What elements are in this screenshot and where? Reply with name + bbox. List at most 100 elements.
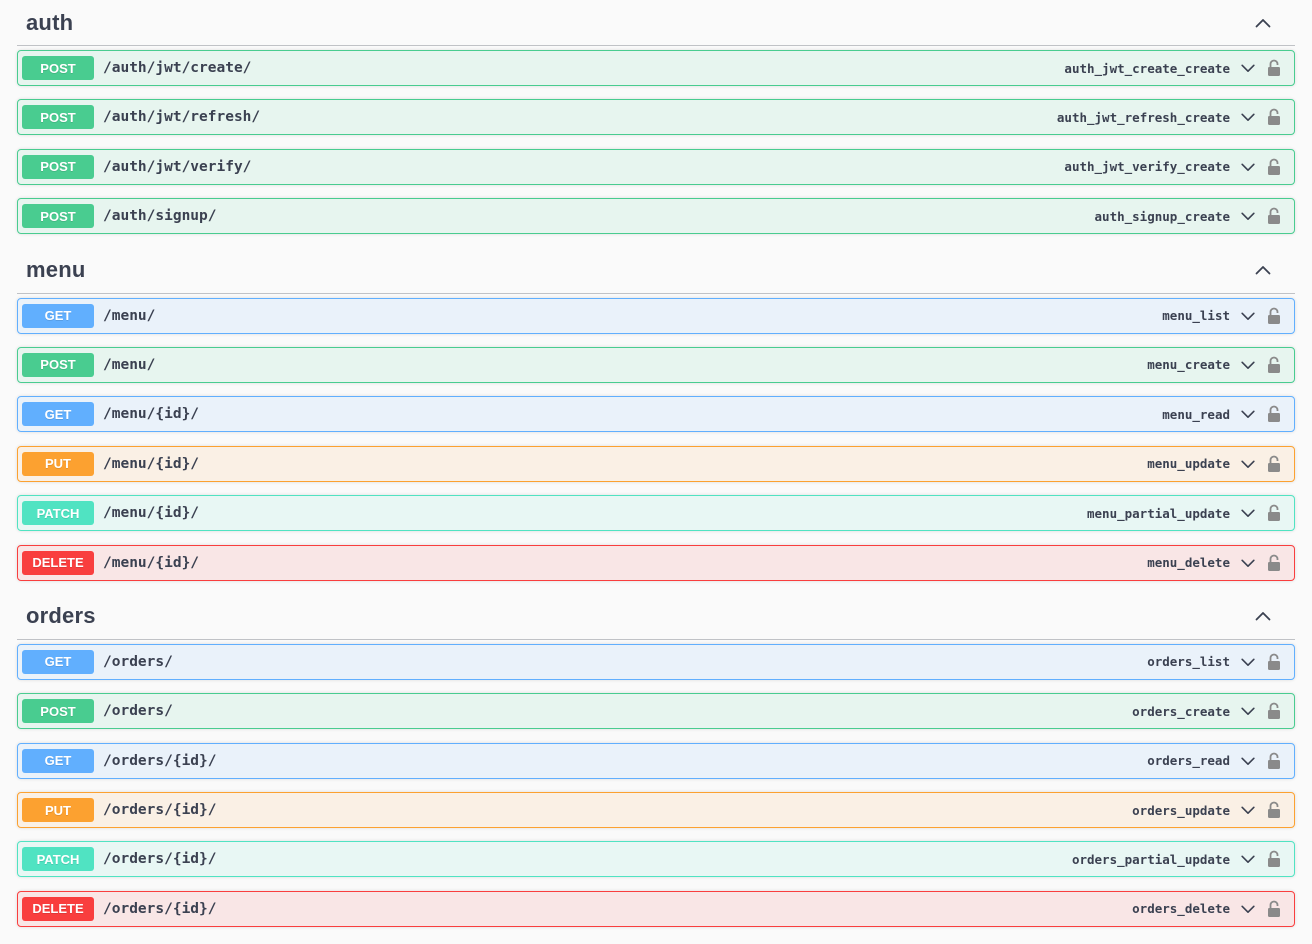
- operation-id: orders_list: [1147, 654, 1230, 670]
- operation-id: auth_jwt_create_create: [1064, 60, 1230, 76]
- chevron-down-icon[interactable]: [1238, 503, 1258, 523]
- operation-row[interactable]: GET /menu/ menu_list: [17, 297, 1295, 334]
- operation-path: /auth/jwt/verify/: [103, 158, 252, 175]
- tag-section-menu: menu GET /menu/ menu_list POST /menu/ me…: [17, 248, 1295, 581]
- operation-path: /menu/: [103, 356, 156, 373]
- chevron-down-icon[interactable]: [1238, 157, 1258, 177]
- chevron-down-icon[interactable]: [1238, 652, 1258, 672]
- operation-id: auth_jwt_verify_create: [1064, 159, 1230, 175]
- operation-row[interactable]: PATCH /orders/{id}/ orders_partial_updat…: [17, 841, 1295, 878]
- chevron-up-icon[interactable]: [1243, 596, 1283, 636]
- operation-path: /orders/{id}/: [103, 752, 217, 769]
- operation-row[interactable]: GET /menu/{id}/ menu_read: [17, 396, 1295, 433]
- lock-icon[interactable]: [1264, 502, 1284, 524]
- http-method-badge: GET: [22, 402, 94, 427]
- operation-path: /auth/signup/: [103, 208, 217, 225]
- lock-icon[interactable]: [1264, 305, 1284, 327]
- operation-path: /menu/{id}/: [103, 554, 200, 571]
- chevron-down-icon[interactable]: [1238, 849, 1258, 869]
- tag-section-header[interactable]: menu: [17, 248, 1295, 294]
- lock-icon[interactable]: [1264, 453, 1284, 475]
- operation-path: /menu/{id}/: [103, 455, 200, 472]
- operation-row[interactable]: POST /auth/jwt/refresh/ auth_jwt_refresh…: [17, 99, 1295, 136]
- chevron-down-icon[interactable]: [1238, 404, 1258, 424]
- chevron-down-icon[interactable]: [1238, 454, 1258, 474]
- chevron-down-icon[interactable]: [1238, 899, 1258, 919]
- lock-icon[interactable]: [1264, 750, 1284, 772]
- lock-icon[interactable]: [1264, 848, 1284, 870]
- chevron-down-icon[interactable]: [1238, 701, 1258, 721]
- operation-row[interactable]: GET /orders/{id}/ orders_read: [17, 742, 1295, 779]
- lock-icon[interactable]: [1264, 552, 1284, 574]
- operation-id: orders_update: [1132, 802, 1230, 818]
- operation-id: menu_read: [1162, 406, 1230, 422]
- operation-row[interactable]: POST /auth/signup/ auth_signup_create: [17, 198, 1295, 235]
- operation-id: menu_update: [1147, 456, 1230, 472]
- http-method-badge: GET: [22, 748, 94, 773]
- lock-icon[interactable]: [1264, 354, 1284, 376]
- lock-icon[interactable]: [1264, 700, 1284, 722]
- http-method-badge: GET: [22, 649, 94, 674]
- operation-row[interactable]: DELETE /menu/{id}/ menu_delete: [17, 544, 1295, 581]
- chevron-down-icon[interactable]: [1238, 553, 1258, 573]
- operation-row[interactable]: PATCH /menu/{id}/ menu_partial_update: [17, 495, 1295, 532]
- chevron-up-icon[interactable]: [1243, 3, 1283, 43]
- operation-row[interactable]: DELETE /orders/{id}/ orders_delete: [17, 890, 1295, 927]
- http-method-badge: POST: [22, 352, 94, 377]
- operation-path: /auth/jwt/create/: [103, 60, 252, 76]
- operation-path: /menu/{id}/: [103, 505, 200, 522]
- lock-icon[interactable]: [1264, 106, 1284, 128]
- operation-row[interactable]: POST /auth/jwt/create/ auth_jwt_create_c…: [17, 50, 1295, 86]
- chevron-down-icon[interactable]: [1238, 751, 1258, 771]
- operation-path: /orders/: [103, 653, 173, 670]
- chevron-down-icon[interactable]: [1238, 306, 1258, 326]
- lock-icon[interactable]: [1264, 403, 1284, 425]
- chevron-down-icon[interactable]: [1238, 206, 1258, 226]
- lock-icon[interactable]: [1264, 57, 1284, 79]
- tag-section-orders: orders GET /orders/ orders_list POST /or…: [17, 594, 1295, 927]
- lock-icon[interactable]: [1264, 205, 1284, 227]
- chevron-up-icon[interactable]: [1243, 250, 1283, 290]
- operation-id: menu_partial_update: [1087, 505, 1230, 521]
- http-method-badge: DELETE: [22, 550, 94, 575]
- operation-id: orders_read: [1147, 753, 1230, 769]
- operation-list: POST /auth/jwt/create/ auth_jwt_create_c…: [17, 50, 1295, 235]
- chevron-down-icon[interactable]: [1238, 107, 1258, 127]
- operation-id: menu_create: [1147, 357, 1230, 373]
- operation-row[interactable]: POST /menu/ menu_create: [17, 346, 1295, 383]
- operation-id: orders_create: [1132, 703, 1230, 719]
- operation-row[interactable]: GET /orders/ orders_list: [17, 643, 1295, 680]
- http-method-badge: POST: [22, 105, 94, 130]
- api-operations-page: auth POST /auth/jwt/create/ auth_jwt_cre…: [0, 0, 1312, 944]
- lock-icon[interactable]: [1264, 799, 1284, 821]
- http-method-badge: PATCH: [22, 501, 94, 526]
- http-method-badge: PUT: [22, 798, 94, 823]
- http-method-badge: PUT: [22, 451, 94, 476]
- operation-row[interactable]: POST /auth/jwt/verify/ auth_jwt_verify_c…: [17, 148, 1295, 185]
- tag-section-header[interactable]: orders: [17, 594, 1295, 640]
- operation-path: /menu/: [103, 307, 156, 324]
- operation-path: /orders/{id}/: [103, 851, 217, 868]
- lock-icon[interactable]: [1264, 156, 1284, 178]
- operation-id: menu_list: [1162, 308, 1230, 324]
- http-method-badge: DELETE: [22, 896, 94, 921]
- http-method-badge: PATCH: [22, 847, 94, 872]
- operation-id: auth_signup_create: [1094, 208, 1230, 224]
- tag-section-title: orders: [26, 603, 96, 629]
- lock-icon[interactable]: [1264, 651, 1284, 673]
- http-method-badge: POST: [22, 204, 94, 229]
- tag-section-auth: auth POST /auth/jwt/create/ auth_jwt_cre…: [17, 0, 1295, 235]
- operation-row[interactable]: PUT /orders/{id}/ orders_update: [17, 792, 1295, 829]
- tag-section-header[interactable]: auth: [17, 0, 1295, 46]
- chevron-down-icon[interactable]: [1238, 58, 1258, 78]
- http-method-badge: GET: [22, 303, 94, 328]
- chevron-down-icon[interactable]: [1238, 355, 1258, 375]
- operation-row[interactable]: POST /orders/ orders_create: [17, 693, 1295, 730]
- operation-id: auth_jwt_refresh_create: [1056, 109, 1230, 125]
- lock-icon[interactable]: [1264, 898, 1284, 920]
- operation-id: orders_partial_update: [1071, 851, 1230, 867]
- operation-list: GET /menu/ menu_list POST /menu/ menu_cr…: [17, 297, 1295, 581]
- operation-row[interactable]: PUT /menu/{id}/ menu_update: [17, 445, 1295, 482]
- chevron-down-icon[interactable]: [1238, 800, 1258, 820]
- operation-id: orders_delete: [1132, 901, 1230, 917]
